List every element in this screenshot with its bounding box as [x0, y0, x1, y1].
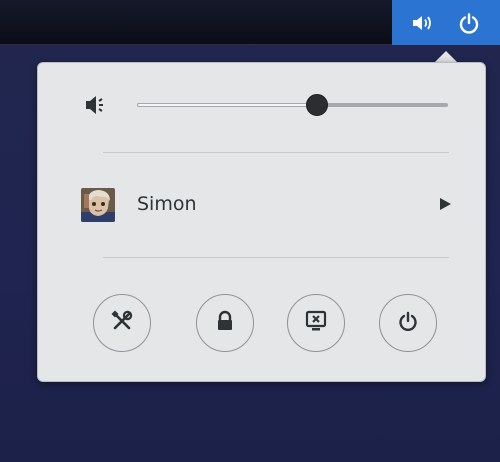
user-menu-item[interactable]: Simon	[81, 187, 451, 223]
settings-button[interactable]	[93, 294, 151, 352]
volume-row	[84, 93, 454, 117]
submenu-arrow-icon	[440, 198, 451, 210]
volume-slider-handle[interactable]	[306, 94, 329, 116]
switch-user-button[interactable]	[287, 294, 345, 352]
speaker-icon[interactable]	[84, 93, 110, 117]
power-off-icon	[397, 310, 419, 336]
system-status-area[interactable]	[392, 0, 500, 45]
settings-icon	[110, 309, 134, 337]
separator	[103, 257, 449, 258]
power-icon[interactable]	[455, 9, 483, 37]
user-avatar	[81, 188, 115, 222]
lock-icon	[215, 310, 235, 336]
volume-slider[interactable]	[137, 94, 448, 116]
volume-slider-fill	[137, 103, 318, 107]
user-name: Simon	[137, 193, 197, 215]
power-off-button[interactable]	[379, 294, 437, 352]
top-bar	[0, 0, 500, 45]
lock-button[interactable]	[196, 294, 254, 352]
system-menu-popup: Simon	[37, 62, 486, 382]
switch-user-icon	[304, 309, 328, 337]
separator	[103, 152, 449, 153]
volume-icon[interactable]	[409, 9, 437, 37]
